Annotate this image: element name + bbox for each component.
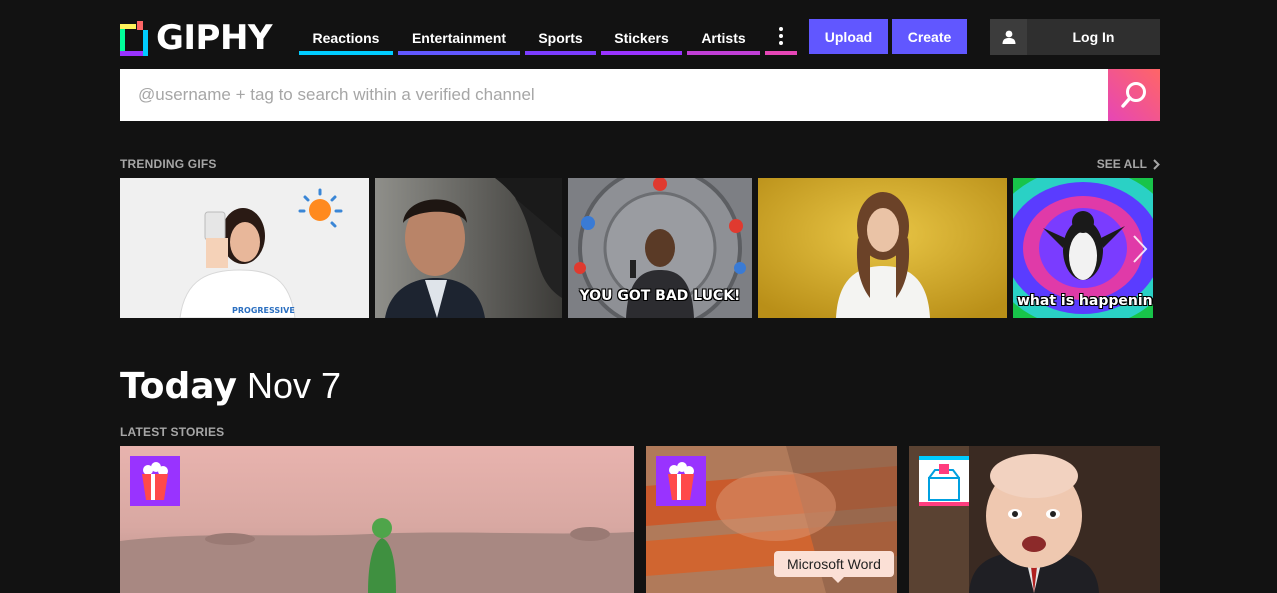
today-date: Nov 7 bbox=[246, 365, 341, 406]
story-thumbnail bbox=[120, 446, 634, 593]
login-button[interactable]: Log In bbox=[990, 19, 1160, 55]
svg-text:PROGRESSIVE: PROGRESSIVE bbox=[232, 306, 295, 315]
nav-underline bbox=[525, 51, 596, 55]
main-nav: Reactions Entertainment Sports Stickers … bbox=[299, 20, 802, 55]
nav-underline bbox=[398, 51, 520, 55]
nav-label: Reactions bbox=[312, 29, 380, 46]
upload-button[interactable]: Upload bbox=[809, 19, 888, 54]
trending-gif[interactable]: YOU GOT BAD LUCK! bbox=[568, 178, 752, 318]
nav-entertainment[interactable]: Entertainment bbox=[398, 20, 520, 55]
see-all-label: SEE ALL bbox=[1096, 157, 1147, 171]
nav-label: Artists bbox=[701, 29, 746, 46]
popcorn-badge-icon bbox=[130, 456, 180, 506]
nav-underline bbox=[765, 51, 797, 55]
giphy-logo[interactable]: GIPHY bbox=[120, 18, 273, 58]
giphy-logo-icon bbox=[120, 20, 148, 56]
carousel-next-button[interactable] bbox=[1127, 232, 1153, 266]
story-card[interactable] bbox=[909, 446, 1160, 593]
nav-underline bbox=[299, 51, 393, 55]
nav-underline bbox=[687, 51, 760, 55]
user-icon bbox=[990, 19, 1027, 55]
gif-caption: YOU GOT BAD LUCK! bbox=[579, 288, 741, 304]
tooltip: Microsoft Word bbox=[774, 551, 894, 583]
create-button[interactable]: Create bbox=[892, 19, 967, 54]
gif-thumbnail: PROGRESSIVE bbox=[120, 178, 369, 318]
trending-gif-carousel: PROGRESSIVE YOU GOT BAD LUCK! what is ha… bbox=[120, 178, 1153, 318]
today-heading: Today Nov 7 bbox=[120, 364, 341, 409]
search-input[interactable] bbox=[120, 69, 1108, 121]
ballot-box-badge-icon bbox=[919, 456, 969, 506]
gif-caption: what is happening bbox=[1017, 293, 1153, 309]
gif-thumbnail bbox=[758, 178, 1007, 318]
story-card[interactable] bbox=[120, 446, 634, 593]
login-label: Log In bbox=[1072, 29, 1115, 45]
latest-stories-label: LATEST STORIES bbox=[120, 425, 225, 439]
nav-more-button[interactable] bbox=[765, 20, 797, 55]
today-label: Today bbox=[120, 366, 237, 407]
chevron-right-icon bbox=[1153, 158, 1160, 170]
trending-gif[interactable]: PROGRESSIVE bbox=[120, 178, 369, 318]
logo-text: GIPHY bbox=[156, 18, 273, 58]
see-all-link[interactable]: SEE ALL bbox=[1097, 157, 1160, 171]
search-button[interactable] bbox=[1108, 69, 1160, 121]
chevron-right-icon bbox=[1133, 235, 1148, 263]
search-icon bbox=[1121, 82, 1146, 108]
search-bar bbox=[120, 69, 1160, 121]
trending-gif[interactable] bbox=[758, 178, 1007, 318]
nav-label: Entertainment bbox=[411, 29, 507, 46]
vertical-dots-icon bbox=[779, 26, 783, 45]
nav-sports[interactable]: Sports bbox=[525, 20, 596, 55]
trending-gif[interactable] bbox=[375, 178, 562, 318]
nav-underline bbox=[601, 51, 682, 55]
popcorn-badge-icon bbox=[656, 456, 706, 506]
nav-stickers[interactable]: Stickers bbox=[601, 20, 682, 55]
nav-label: Stickers bbox=[614, 29, 669, 46]
trending-label: TRENDING GIFS bbox=[120, 157, 217, 171]
nav-reactions[interactable]: Reactions bbox=[299, 20, 393, 55]
nav-artists[interactable]: Artists bbox=[687, 20, 760, 55]
gif-thumbnail bbox=[375, 178, 562, 318]
nav-label: Sports bbox=[538, 29, 583, 46]
